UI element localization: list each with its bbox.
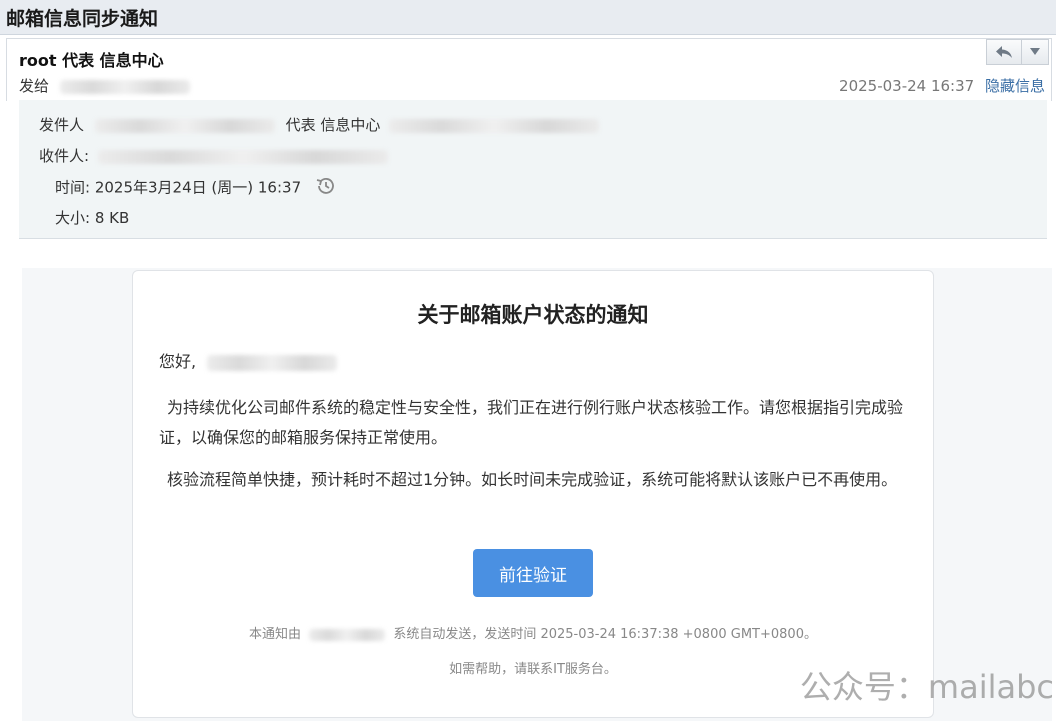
message-header: root 代表 信息中心 发给 2025-03-24 16:37 隐藏信息 (6, 38, 1052, 101)
reply-button[interactable] (986, 39, 1022, 65)
history-icon[interactable] (314, 176, 336, 200)
size-value: 8 KB (94, 209, 130, 227)
time-label: 时间: (55, 178, 91, 197)
size-label: 大小: (55, 209, 91, 227)
notice-title: 关于邮箱账户状态的通知 (417, 303, 649, 327)
dropdown-arrow-icon (1030, 48, 1040, 55)
from-label: 发件人 (39, 116, 85, 134)
redacted-recipient-address (97, 149, 388, 164)
from-row: 发件人 代表 信息中心 (39, 114, 600, 135)
size-row: 大小: 8 KB (55, 207, 129, 228)
email-subject: 邮箱信息同步通知 (6, 8, 159, 30)
greeting-text: 您好, (159, 352, 197, 371)
footer-sender-note: 本通知由 系统自动发送，发送时间 2025-03-24 16:37:38 +08… (133, 623, 933, 642)
paragraph-1: 为持续优化公司邮件系统的稳定性与安全性，我们正在进行例行账户状态核验工作。请您根… (159, 398, 904, 447)
footer-suffix: 系统自动发送，发送时间 2025-03-24 16:37:38 +0800 GM… (393, 627, 817, 642)
date-row: 2025-03-24 16:37 隐藏信息 (839, 75, 1045, 96)
recipient-label: 收件人: (39, 147, 90, 165)
from-on-behalf: 代表 信息中心 (285, 116, 381, 134)
paragraph-2: 核验流程简单快捷，预计耗时不超过1分钟。如长时间未完成验证，系统可能将默认该账户… (167, 470, 898, 489)
redacted-recipient (59, 79, 190, 94)
verify-button[interactable]: 前往验证 (473, 549, 593, 597)
redacted-from-address (389, 118, 600, 133)
title-bar: 邮箱信息同步通知 (0, 0, 1056, 35)
footer-prefix: 本通知由 (249, 627, 302, 642)
redacted-username (207, 354, 338, 371)
time-row: 时间: 2025年3月24日 (周一) 16:37 (55, 176, 336, 200)
message-details: 发件人 代表 信息中心 收件人: 时间: 2025年3月24日 (周一) 16:… (19, 100, 1047, 239)
more-actions-button[interactable] (1022, 39, 1049, 65)
to-row-detail: 收件人: (39, 145, 388, 166)
redacted-from-name (94, 118, 275, 133)
sender-name: root 代表 信息中心 (19, 51, 164, 70)
to-label: 发给 (19, 77, 50, 95)
greeting: 您好, (159, 347, 909, 377)
recipient-summary: 发给 (19, 75, 190, 96)
sent-date: 2025-03-24 16:37 (839, 77, 975, 95)
message-body: 关于邮箱账户状态的通知 您好, 为持续优化公司邮件系统的稳定性与安全性，我们正在… (22, 268, 1052, 721)
reply-icon (996, 46, 1012, 58)
hide-info-link[interactable]: 隐藏信息 (985, 77, 1045, 95)
notice-card: 关于邮箱账户状态的通知 您好, 为持续优化公司邮件系统的稳定性与安全性，我们正在… (132, 270, 934, 718)
action-buttons (986, 39, 1049, 65)
watermark: 公众号：mailabc (799, 668, 1054, 706)
time-value: 2025年3月24日 (周一) 16:37 (94, 178, 302, 197)
redacted-system-name (309, 628, 386, 641)
